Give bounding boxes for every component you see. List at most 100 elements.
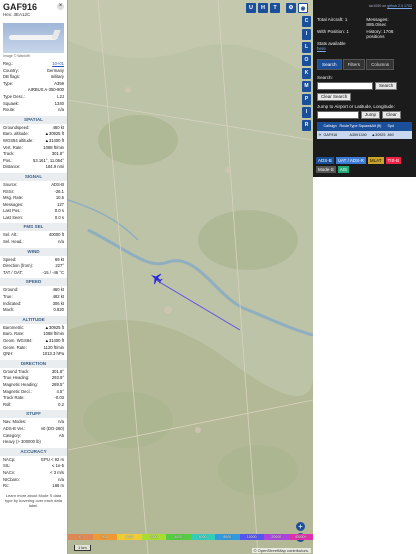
column-header[interactable]: Squawk bbox=[357, 122, 372, 131]
aircraft-photo[interactable] bbox=[3, 23, 64, 53]
hex-label: Hex: 3EA12C bbox=[3, 12, 31, 17]
side-button[interactable]: M bbox=[302, 81, 311, 92]
info-row-label: Reg.: bbox=[3, 61, 14, 66]
jump-button[interactable]: Jump bbox=[361, 111, 381, 119]
toolbar-button[interactable]: U bbox=[246, 3, 256, 13]
info-row: Nav. Modes: n/a bbox=[0, 419, 67, 426]
tab-search[interactable]: Search bbox=[317, 59, 342, 70]
source-badge: Mode-S bbox=[316, 166, 336, 173]
side-button[interactable]: I bbox=[302, 29, 311, 40]
info-row-label: Last Seen: bbox=[3, 214, 24, 220]
source-badge: AIS bbox=[337, 166, 350, 173]
source-badge: TIS-B bbox=[385, 157, 402, 164]
info-row-label: DB flags: bbox=[3, 74, 20, 80]
close-icon[interactable]: × bbox=[57, 3, 64, 10]
info-row-value: 4.5° bbox=[56, 388, 65, 394]
info-row-value: 1013.3 hPa bbox=[42, 351, 64, 357]
table-cell bbox=[338, 131, 348, 139]
panel-empty-area bbox=[313, 177, 416, 554]
aircraft-table: Callsign Route Type Squawk Alt (ft) Spd ✈ GAF9… bbox=[317, 122, 412, 139]
info-row-label: Ground Track: bbox=[3, 368, 30, 374]
identity-rows: Reg.: 10+01 Country: Germany DB flags: milita… bbox=[0, 61, 67, 114]
table-cell: 460 bbox=[387, 133, 394, 137]
panel-tabs: Search Filters Columns bbox=[317, 59, 412, 70]
clear-jump-button[interactable]: Clear bbox=[382, 111, 401, 119]
stats-here-link[interactable]: here bbox=[317, 46, 326, 51]
map-view[interactable]: U H T ⚙ ◉ C I L O K M P I R + − 05001000… bbox=[68, 0, 313, 554]
info-row-label: Last Pos.: bbox=[3, 208, 22, 214]
info-row-value: 289.5° bbox=[51, 381, 64, 387]
table-cell: A359 bbox=[349, 133, 359, 137]
tab-filters[interactable]: Filters bbox=[342, 59, 366, 70]
info-row-label: NACp: bbox=[3, 456, 16, 462]
aircraft-list-panel: tar1090 on github 2.5 1702 Total Aircraf… bbox=[313, 0, 416, 554]
side-button[interactable]: K bbox=[302, 68, 311, 79]
info-row-label: Direction (from): bbox=[3, 263, 34, 269]
info-row: Sel. Alt.: 40000 ft bbox=[0, 232, 67, 239]
footer-note: Learn more about Mode S data type by hov… bbox=[5, 492, 62, 508]
tab-columns[interactable]: Columns bbox=[366, 59, 395, 70]
section-header: SIGNAL bbox=[0, 172, 67, 181]
info-row: SIL: ≤ 1e-5 bbox=[0, 463, 67, 470]
info-row-label: SIL: bbox=[3, 463, 11, 469]
clear-search-button[interactable]: Clear Search bbox=[317, 93, 352, 101]
info-sections: SPATIAL Groundspeed: 460 kt Baro. altitude:… bbox=[0, 115, 67, 490]
column-header[interactable]: Type bbox=[348, 122, 358, 131]
zoom-in-button[interactable]: + bbox=[296, 522, 305, 531]
side-button[interactable]: I bbox=[302, 107, 311, 118]
side-button[interactable]: L bbox=[302, 42, 311, 53]
info-row-label: Baro. Rate: bbox=[3, 331, 25, 337]
info-row: RSSI: -26.1 bbox=[0, 189, 67, 196]
info-row: AIRBUS A-350-900 bbox=[0, 87, 67, 94]
total-aircraft: Total Aircraft: 1 bbox=[317, 17, 348, 22]
column-header[interactable]: Route bbox=[338, 122, 350, 131]
info-row-label: Category: bbox=[3, 432, 22, 438]
info-row-label: WGS84 altitude: bbox=[3, 137, 34, 143]
source-badge: ADS-B bbox=[316, 157, 334, 164]
info-row-value: ▲31400 ft bbox=[44, 338, 64, 343]
info-row-label: Msg. Rate: bbox=[3, 195, 24, 201]
altitude-legend-swatch: 2000 bbox=[141, 534, 166, 540]
table-body: ✈ GAF916 A359 1340 ▲30925 460 bbox=[317, 131, 412, 139]
info-row-label: Magnetic Heading: bbox=[3, 381, 38, 387]
table-row[interactable]: ✈ GAF916 A359 1340 ▲30925 460 bbox=[317, 131, 412, 139]
info-row: Last Seen: 0.0 s bbox=[0, 215, 67, 222]
side-button[interactable]: R bbox=[302, 120, 311, 131]
layers-icon[interactable]: ◉ bbox=[298, 3, 308, 13]
source-legend: ADS-B UAT / ADS-R MLAT TIS-B Mode-S AIS bbox=[313, 153, 416, 177]
info-row-label: Track: bbox=[3, 151, 15, 157]
info-row-value: ▲31400 ft bbox=[44, 137, 64, 143]
info-row-value: 0.0 s bbox=[54, 208, 64, 214]
info-header: GAF916 Hex: 3EA12C × bbox=[0, 0, 67, 20]
info-row: Type: A359 bbox=[0, 81, 67, 88]
search-input[interactable] bbox=[317, 82, 373, 90]
info-row-value: v0 (DO-260) bbox=[40, 425, 64, 431]
info-row-value: n/a bbox=[58, 107, 64, 113]
toolbar-button[interactable]: T bbox=[270, 3, 280, 13]
column-header[interactable]: Callsign bbox=[322, 122, 338, 131]
registration-link[interactable]: 10+01 bbox=[52, 61, 64, 68]
jump-input[interactable] bbox=[317, 111, 359, 119]
scale-bar: 1 km bbox=[74, 545, 91, 551]
side-button[interactable]: O bbox=[302, 55, 311, 66]
version-line: tar1090 on github 2.5 1702 bbox=[317, 4, 412, 8]
search-button[interactable]: Search bbox=[375, 82, 398, 90]
info-row: Baro. Rate: 1088 ft/min bbox=[0, 331, 67, 338]
settings-gear-icon[interactable]: ⚙ bbox=[286, 3, 296, 13]
map-attribution[interactable]: © OpenStreetMap contributors. bbox=[251, 548, 311, 553]
section-header: ALTITUDE bbox=[0, 315, 67, 324]
version-link[interactable]: github 2.5 1702 bbox=[387, 4, 412, 8]
info-row-value: AIRBUS A-350-900 bbox=[27, 87, 64, 93]
section-header: SPEED bbox=[0, 278, 67, 287]
info-row: Heavy (> 300000 lb) bbox=[0, 439, 67, 446]
info-row-value: A359 bbox=[54, 80, 64, 86]
altitude-legend-swatch: 0 bbox=[68, 534, 93, 540]
side-button[interactable]: P bbox=[302, 94, 311, 105]
info-row: Magnetic Heading: 289.5° bbox=[0, 382, 67, 389]
side-button[interactable]: C bbox=[302, 16, 311, 27]
toolbar-button[interactable]: H bbox=[258, 3, 268, 13]
column-header[interactable]: Alt (ft) bbox=[370, 122, 386, 131]
map-toolbar-right: ⚙ ◉ bbox=[286, 3, 308, 13]
info-row-label: Vert. Rate: bbox=[3, 144, 23, 150]
column-header[interactable]: Spd bbox=[386, 122, 395, 131]
